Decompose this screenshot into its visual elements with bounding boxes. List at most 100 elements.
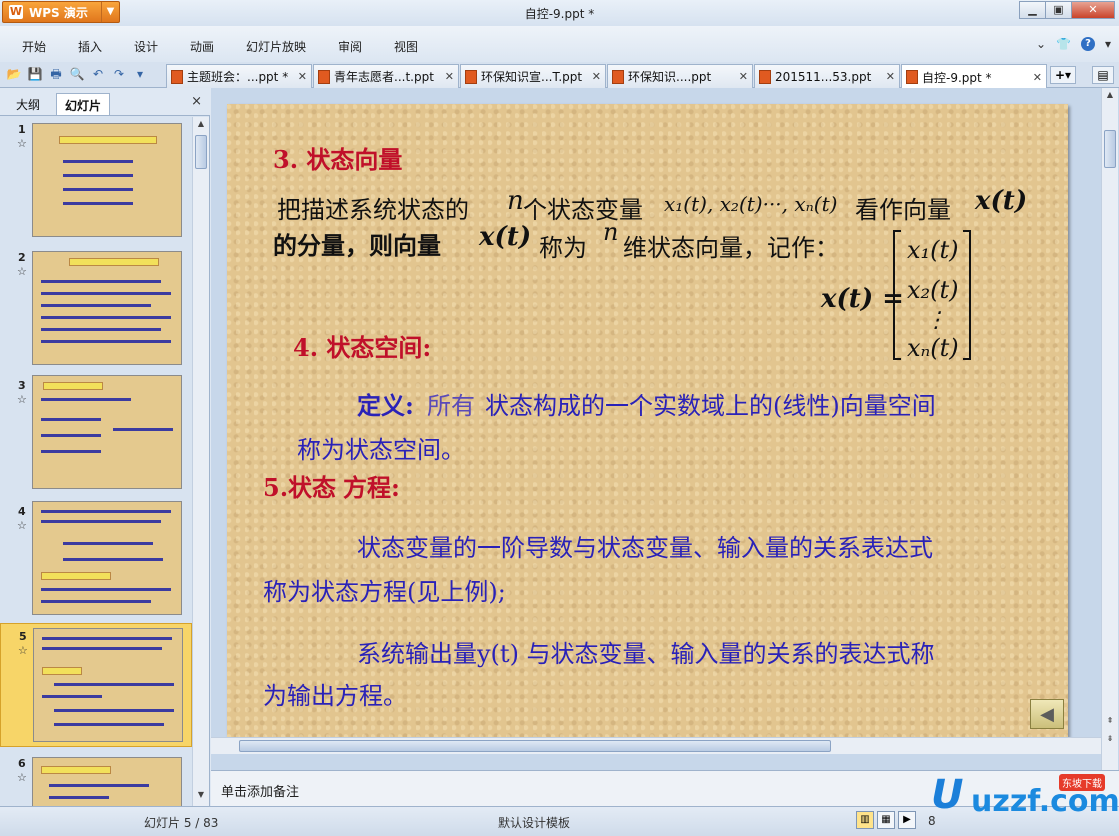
menu-review[interactable]: 审阅 <box>338 38 362 55</box>
close-tab-icon[interactable]: ✕ <box>445 70 454 83</box>
text-p2c: 维状态向量，记作： <box>623 234 839 262</box>
normal-view-icon[interactable]: ▥ <box>856 811 874 829</box>
doc-tab[interactable]: 主题班会：...ppt * ✕ <box>166 64 312 88</box>
slide-thumbnail[interactable] <box>32 375 182 489</box>
def-label: 定义: <box>357 391 414 420</box>
doc-tab-label: 环保知识宣...T.ppt <box>481 70 583 84</box>
open-icon[interactable]: 📂 <box>6 66 22 82</box>
slide-thumbnail[interactable] <box>32 757 182 806</box>
chevron-down-icon[interactable]: ▾ <box>1105 37 1111 51</box>
print-preview-icon[interactable]: 🔍 <box>69 66 85 82</box>
print-icon[interactable]: 🖶 <box>48 66 64 82</box>
scrollbar-thumb[interactable] <box>1104 130 1116 168</box>
math-xt: x(t) <box>975 186 1028 216</box>
text-state-eq-1: 状态变量的一阶导数与状态变量、输入量的关系表达式 <box>357 534 933 562</box>
slide-editor: 3. 状态向量 把描述系统状态的 n 个状态变量 x₁(t), x₂(t)···… <box>211 88 1119 770</box>
text-p1c: 看作向量 <box>855 196 951 224</box>
watermark-tag: 东坡下载 <box>1059 774 1105 791</box>
text-p2b: 称为 <box>539 234 587 262</box>
animation-star-icon: ☆ <box>17 771 27 784</box>
next-slide-icon[interactable]: ⇟ <box>1104 734 1116 748</box>
undo-icon[interactable]: ↶ <box>90 66 106 82</box>
menu-design[interactable]: 设计 <box>134 38 158 55</box>
slide-thumbnail[interactable] <box>32 501 182 615</box>
template-name: 默认设计模板 <box>498 816 571 830</box>
menu-slideshow[interactable]: 幻灯片放映 <box>246 38 306 55</box>
menu-home[interactable]: 开始 <box>22 38 46 55</box>
scroll-up-icon[interactable]: ▲ <box>1104 90 1116 104</box>
animation-star-icon: ☆ <box>18 644 28 657</box>
menu-animation[interactable]: 动画 <box>190 38 214 55</box>
tab-slides[interactable]: 幻灯片 <box>56 93 111 115</box>
slide-thumbnail[interactable] <box>32 251 182 365</box>
document-tab-bar: 📂 💾 🖶 🔍 ↶ ↷ ▾ 主题班会：...ppt * ✕ 青年志愿者...t.… <box>0 62 1119 89</box>
slide-number: 4 <box>18 505 26 518</box>
close-tab-icon[interactable]: ✕ <box>298 70 307 83</box>
slide-number: 2 <box>18 251 26 264</box>
ppt-file-icon <box>318 69 330 84</box>
scroll-up-icon[interactable]: ▲ <box>195 119 207 133</box>
redo-icon[interactable]: ↷ <box>111 66 127 82</box>
doc-tab[interactable]: 青年志愿者...t.ppt ✕ <box>313 64 459 88</box>
quick-access-toolbar: 📂 💾 🖶 🔍 ↶ ↷ ▾ <box>6 66 148 82</box>
close-tab-icon[interactable]: ✕ <box>739 70 748 83</box>
slide-number: 1 <box>18 123 26 136</box>
slideshow-view-icon[interactable]: ▶ <box>898 811 916 829</box>
tab-list-icon[interactable]: ▤ <box>1092 66 1114 84</box>
doc-tab-label: 自控-9.ppt * <box>922 70 992 85</box>
window-title: 自控-9.ppt * <box>524 7 595 21</box>
maximize-button[interactable]: ▣ <box>1045 1 1072 19</box>
thumbnail-item[interactable]: 2 ☆ <box>0 245 192 371</box>
editor-vscrollbar[interactable]: ▲ ⇞ ⇟ <box>1101 88 1118 770</box>
slide-sorter-view-icon[interactable]: ▦ <box>877 811 895 829</box>
notes-placeholder[interactable]: 单击添加备注 <box>221 781 299 800</box>
thumbnail-item[interactable]: 4 ☆ <box>0 499 192 621</box>
scrollbar-thumb[interactable] <box>239 740 831 752</box>
title-bar: W WPS 演示 ▼ 自控-9.ppt * ▁ ▣ ✕ <box>0 0 1119 26</box>
slide-number: 5 <box>19 630 27 643</box>
slide-canvas[interactable]: 3. 状态向量 把描述系统状态的 n 个状态变量 x₁(t), x₂(t)···… <box>227 104 1068 737</box>
slide-thumbnail[interactable] <box>32 123 182 237</box>
thumbnail-item[interactable]: 1 ☆ <box>0 117 192 243</box>
doc-tab-active[interactable]: 自控-9.ppt * ✕ <box>901 64 1047 89</box>
close-pane-icon[interactable]: × <box>191 94 202 109</box>
heading-state-vector: 3. 状态向量 <box>273 145 403 174</box>
doc-tab[interactable]: 201511...53.ppt ✕ <box>754 64 900 88</box>
back-action-button[interactable]: ◀ <box>1030 699 1064 729</box>
new-tab-button[interactable]: +▾ <box>1050 66 1076 84</box>
close-tab-icon[interactable]: ✕ <box>592 70 601 83</box>
close-tab-icon[interactable]: ✕ <box>1033 71 1042 84</box>
customize-toolbar-icon[interactable]: ▾ <box>132 66 148 82</box>
collapse-ribbon-icon[interactable]: ⌄ <box>1036 37 1046 51</box>
menu-insert[interactable]: 插入 <box>78 38 102 55</box>
slide-thumbnail[interactable] <box>33 628 183 742</box>
editor-hscrollbar[interactable] <box>211 737 1101 754</box>
scroll-down-icon[interactable]: ▼ <box>195 790 207 804</box>
slide-counter: 幻灯片 5 / 83 <box>144 816 219 830</box>
minimize-button[interactable]: ▁ <box>1019 1 1046 19</box>
text-output-eq-1: 系统输出量y(t) 与状态变量、输入量的关系的表达式称 <box>357 640 935 668</box>
text-output-eq-2: 为输出方程。 <box>263 682 407 710</box>
prev-slide-icon[interactable]: ⇞ <box>1104 716 1116 730</box>
ppt-file-icon <box>171 69 183 84</box>
text-p2a: 的分量，则向量 <box>273 231 441 260</box>
close-tab-icon[interactable]: ✕ <box>886 70 895 83</box>
save-icon[interactable]: 💾 <box>27 66 43 82</box>
skin-icon[interactable]: 👕 <box>1056 37 1071 51</box>
thumbnail-scrollbar[interactable]: ▲ ▼ <box>192 117 209 806</box>
vec-x1: x₁(t) <box>907 236 959 264</box>
vec-x2: x₂(t) <box>907 276 959 304</box>
thumbnail-item-selected[interactable]: 5 ☆ <box>0 623 192 747</box>
help-icon[interactable]: ? <box>1080 37 1095 51</box>
doc-tab[interactable]: 环保知识....ppt ✕ <box>607 64 753 88</box>
thumbnail-item[interactable]: 6 ☆ <box>0 751 192 806</box>
doc-tab[interactable]: 环保知识宣...T.ppt ✕ <box>460 64 606 88</box>
scrollbar-thumb[interactable] <box>195 135 207 169</box>
menu-view[interactable]: 视图 <box>394 38 418 55</box>
thumbnail-item[interactable]: 3 ☆ <box>0 373 192 495</box>
ppt-file-icon <box>906 70 918 84</box>
ppt-file-icon <box>612 69 624 84</box>
tab-outline[interactable]: 大纲 <box>8 93 48 115</box>
text-state-eq-2: 称为状态方程(见上例); <box>263 578 506 606</box>
close-window-button[interactable]: ✕ <box>1071 1 1115 19</box>
